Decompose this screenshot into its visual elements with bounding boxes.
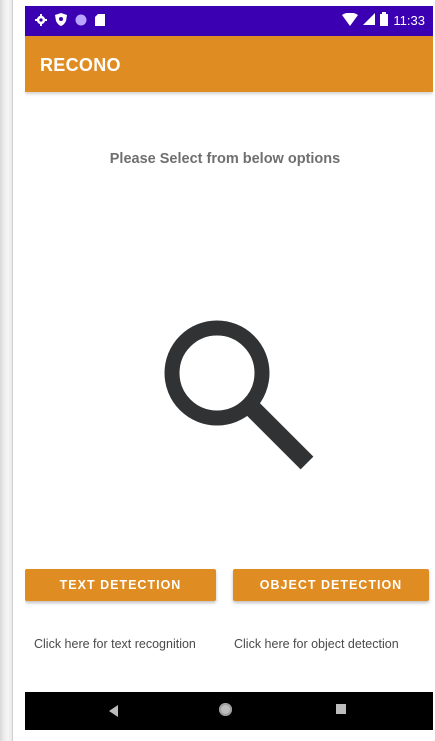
device-frame: 11:33 RECONO Please Select from below op… [0,0,435,741]
app-bar: RECONO [25,36,433,92]
battery-icon [380,12,389,29]
status-bar: 11:33 [25,6,433,36]
circle-dot-icon [75,13,87,31]
device-bezel [0,0,13,741]
navigation-bar [25,692,433,730]
selection-prompt: Please Select from below options [109,151,341,167]
status-notification-icons [35,13,105,31]
status-time: 11:33 [393,13,425,28]
back-icon[interactable] [109,705,118,717]
home-icon[interactable] [219,703,232,716]
wifi-icon [342,12,359,29]
status-system-icons: 11:33 [342,12,425,29]
signal-icon [363,13,376,28]
shield-icon [55,13,67,31]
settings-icon [35,13,47,31]
text-detection-button[interactable]: TEXT DETECTION [25,569,216,601]
object-detection-button[interactable]: OBJECT DETECTION [233,569,429,601]
text-detection-hint: Click here for text recognition [34,637,196,651]
recent-apps-icon[interactable] [336,704,346,714]
object-detection-hint: Click here for object detection [234,637,399,651]
sd-card-icon [95,13,105,31]
app-title: RECONO [40,55,121,75]
app-screen: 11:33 RECONO Please Select from below op… [25,0,433,730]
search-icon [157,313,317,473]
